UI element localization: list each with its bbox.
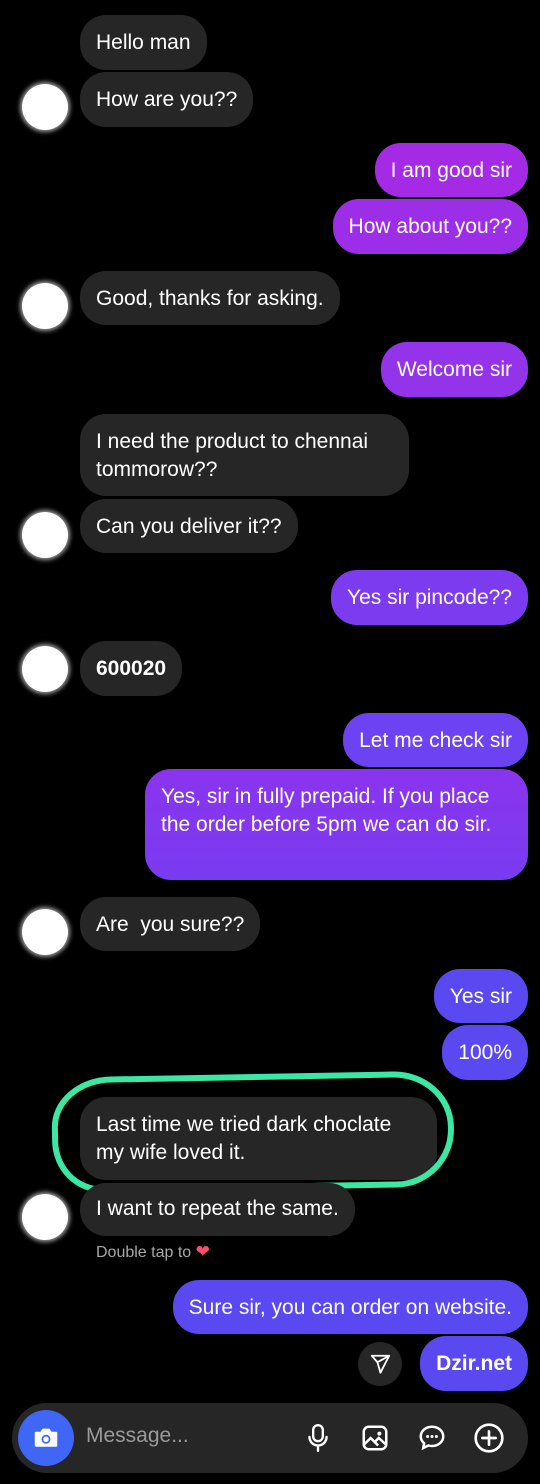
message-text: Sure sir, you can order on website. xyxy=(188,1296,512,1319)
message-bubble-incoming[interactable]: How are you?? xyxy=(80,72,254,127)
plus-button[interactable] xyxy=(473,1422,505,1454)
message-bubble-outgoing[interactable]: Dzir.net xyxy=(420,1336,528,1391)
message-text: How are you?? xyxy=(96,88,238,111)
sticker-icon xyxy=(419,1425,445,1451)
contact-avatar[interactable] xyxy=(22,283,68,329)
message-bubble-outgoing[interactable]: Yes sir pincode?? xyxy=(330,570,528,625)
message-bubble-outgoing[interactable]: Yes sir xyxy=(433,969,528,1023)
contact-avatar[interactable] xyxy=(22,1194,68,1240)
message-bubble-outgoing[interactable]: Sure sir, you can order on website. xyxy=(172,1280,528,1334)
message-bubble-outgoing[interactable]: I am good sir xyxy=(374,143,528,197)
message-text: Hello man xyxy=(96,31,191,54)
message-text: I need the product to chennai tommorow?? xyxy=(96,430,369,481)
message-text: Yes sir xyxy=(449,985,512,1008)
message-text: Good, thanks for asking. xyxy=(96,287,324,310)
message-text: I am good sir xyxy=(390,159,512,182)
sticker-button[interactable] xyxy=(416,1422,448,1454)
message-bubble-incoming[interactable]: Good, thanks for asking. xyxy=(80,271,340,325)
microphone-icon xyxy=(308,1423,328,1453)
message-text: Let me check sir xyxy=(359,729,512,752)
contact-avatar[interactable] xyxy=(22,646,68,692)
message-text: How about you?? xyxy=(348,215,512,238)
message-bubble-incoming[interactable]: I need the product to chennai tommorow?? xyxy=(80,414,409,496)
message-bubble-incoming[interactable]: Hello man xyxy=(80,15,207,70)
heart-icon: ❤ xyxy=(195,1242,210,1261)
message-text: 600020 xyxy=(96,657,167,680)
plus-icon xyxy=(474,1423,504,1453)
message-text: 100% xyxy=(458,1041,512,1064)
highlight-circle xyxy=(51,1070,455,1194)
message-text: Welcome sir xyxy=(396,358,512,381)
message-text: Dzir.net xyxy=(436,1352,512,1375)
contact-avatar[interactable] xyxy=(22,512,68,558)
message-bubble-incoming[interactable]: Can you deliver it?? xyxy=(80,499,298,553)
message-bubble-incoming[interactable]: Are you sure?? xyxy=(80,897,261,951)
message-text: Can you deliver it?? xyxy=(96,515,282,538)
message-input[interactable]: Message... xyxy=(86,1424,189,1448)
message-bubble-outgoing[interactable]: Let me check sir xyxy=(343,713,528,767)
message-text: Are you sure?? xyxy=(96,913,245,936)
microphone-button[interactable] xyxy=(302,1422,334,1454)
share-icon xyxy=(370,1354,391,1374)
camera-icon xyxy=(34,1428,58,1447)
message-composer: Message... xyxy=(12,1403,528,1473)
contact-avatar[interactable] xyxy=(22,84,68,130)
camera-button[interactable] xyxy=(18,1410,74,1466)
message-bubble-outgoing[interactable]: 100% xyxy=(442,1025,528,1080)
message-bubble-incoming[interactable]: 600020 xyxy=(80,641,183,696)
message-text: I want to repeat the same. xyxy=(96,1197,339,1220)
message-text: Yes, sir in fully prepaid. If you place … xyxy=(161,785,492,836)
double-tap-hint: Double tap to ❤ xyxy=(96,1242,210,1262)
message-bubble-outgoing[interactable]: Welcome sir xyxy=(380,342,528,397)
message-bubble-outgoing[interactable]: How about you?? xyxy=(332,199,528,254)
contact-avatar[interactable] xyxy=(22,909,68,955)
message-bubble-incoming[interactable]: I want to repeat the same. xyxy=(80,1183,355,1236)
share-button[interactable] xyxy=(358,1342,402,1386)
hint-text: Double tap to xyxy=(96,1244,192,1261)
message-text: Yes sir pincode?? xyxy=(346,586,512,609)
gallery-button[interactable] xyxy=(359,1422,391,1454)
gallery-icon xyxy=(362,1425,388,1451)
message-bubble-outgoing[interactable]: Yes, sir in fully prepaid. If you place … xyxy=(145,769,528,880)
